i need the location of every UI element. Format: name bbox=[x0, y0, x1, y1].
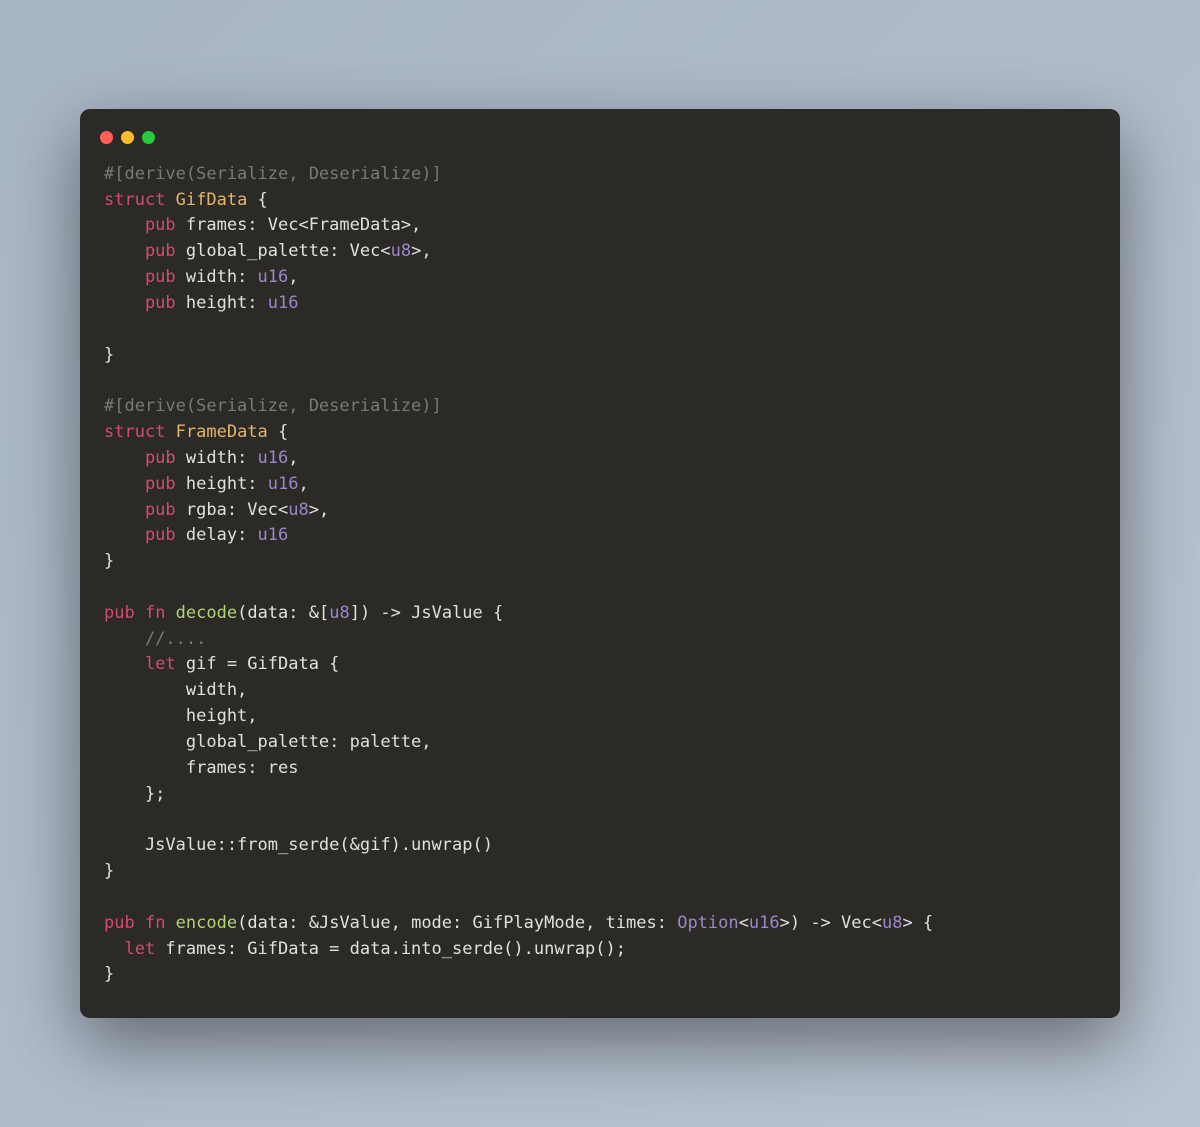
code-text: width: bbox=[176, 267, 258, 287]
code-text: frames: Vec<FrameData>, bbox=[176, 215, 422, 235]
minimize-icon[interactable] bbox=[121, 131, 134, 144]
keyword-pub: pub bbox=[104, 474, 176, 494]
zoom-icon[interactable] bbox=[142, 131, 155, 144]
code-text: gif = GifData { bbox=[176, 654, 340, 674]
type: u16 bbox=[258, 267, 289, 287]
code-text: } bbox=[104, 345, 114, 365]
type: u8 bbox=[391, 241, 411, 261]
close-icon[interactable] bbox=[100, 131, 113, 144]
code-blank bbox=[104, 319, 114, 339]
code-text: >, bbox=[309, 500, 329, 520]
keyword-pub: pub bbox=[104, 448, 176, 468]
code-comment: #[derive(Serialize, Deserialize)] bbox=[104, 396, 442, 416]
code-text: JsValue::from_serde(&gif).unwrap() bbox=[104, 835, 493, 855]
code-blank bbox=[104, 577, 114, 597]
code-text: delay: bbox=[176, 525, 258, 545]
code-text: }; bbox=[104, 784, 165, 804]
code-text: width, bbox=[104, 680, 247, 700]
code-blank bbox=[104, 370, 114, 390]
keyword-pub: pub bbox=[104, 293, 176, 313]
code-text: ]) -> JsValue { bbox=[350, 603, 504, 623]
keyword-pub: pub bbox=[104, 603, 135, 623]
keyword-pub: pub bbox=[104, 913, 135, 933]
code-text: frames: GifData = data.into_serde().unwr… bbox=[155, 939, 626, 959]
type: u16 bbox=[749, 913, 780, 933]
code-comment: //.... bbox=[104, 629, 206, 649]
type: u16 bbox=[258, 525, 289, 545]
code-text: >, bbox=[411, 241, 431, 261]
code-text: } bbox=[104, 964, 114, 984]
code-text: > bbox=[780, 913, 790, 933]
code-text: } bbox=[104, 551, 114, 571]
keyword-let: let bbox=[104, 939, 155, 959]
code-blank bbox=[104, 887, 114, 907]
code-text: global_palette: Vec< bbox=[176, 241, 391, 261]
type: Option bbox=[677, 913, 738, 933]
code-text: height, bbox=[104, 706, 258, 726]
keyword-struct: struct bbox=[104, 190, 165, 210]
keyword-pub: pub bbox=[104, 267, 176, 287]
fn-name: encode bbox=[165, 913, 237, 933]
struct-name: FrameData bbox=[165, 422, 267, 442]
code-block: #[derive(Serialize, Deserialize)] struct… bbox=[80, 162, 1120, 989]
keyword-struct: struct bbox=[104, 422, 165, 442]
keyword-pub: pub bbox=[104, 215, 176, 235]
type: u8 bbox=[329, 603, 349, 623]
code-text: { bbox=[247, 190, 267, 210]
code-text: , bbox=[288, 267, 298, 287]
code-text: < bbox=[739, 913, 749, 933]
code-text: } bbox=[104, 861, 114, 881]
code-text: , bbox=[299, 474, 309, 494]
code-text: (data: &[ bbox=[237, 603, 329, 623]
code-text: global_palette: palette, bbox=[104, 732, 432, 752]
code-text: (data: &JsValue, mode: GifPlayMode, time… bbox=[237, 913, 677, 933]
type: u16 bbox=[268, 474, 299, 494]
window-titlebar bbox=[80, 131, 1120, 162]
code-text: > { bbox=[902, 913, 933, 933]
code-window: #[derive(Serialize, Deserialize)] struct… bbox=[80, 109, 1120, 1019]
fn-name: decode bbox=[165, 603, 237, 623]
type: u16 bbox=[258, 448, 289, 468]
keyword-pub: pub bbox=[104, 525, 176, 545]
code-text: width: bbox=[176, 448, 258, 468]
type: u16 bbox=[268, 293, 299, 313]
code-blank bbox=[104, 809, 114, 829]
code-text: frames: res bbox=[104, 758, 298, 778]
keyword-fn: fn bbox=[135, 913, 166, 933]
code-text: rgba: Vec< bbox=[176, 500, 289, 520]
keyword-pub: pub bbox=[104, 500, 176, 520]
type: u8 bbox=[288, 500, 308, 520]
struct-name: GifData bbox=[165, 190, 247, 210]
keyword-pub: pub bbox=[104, 241, 176, 261]
code-text: height: bbox=[176, 474, 268, 494]
keyword-fn: fn bbox=[135, 603, 166, 623]
type: u8 bbox=[882, 913, 902, 933]
code-comment: #[derive(Serialize, Deserialize)] bbox=[104, 164, 442, 184]
code-text: ) -> Vec< bbox=[790, 913, 882, 933]
code-text: height: bbox=[176, 293, 268, 313]
keyword-let: let bbox=[104, 654, 176, 674]
code-text: , bbox=[288, 448, 298, 468]
code-text: { bbox=[268, 422, 288, 442]
